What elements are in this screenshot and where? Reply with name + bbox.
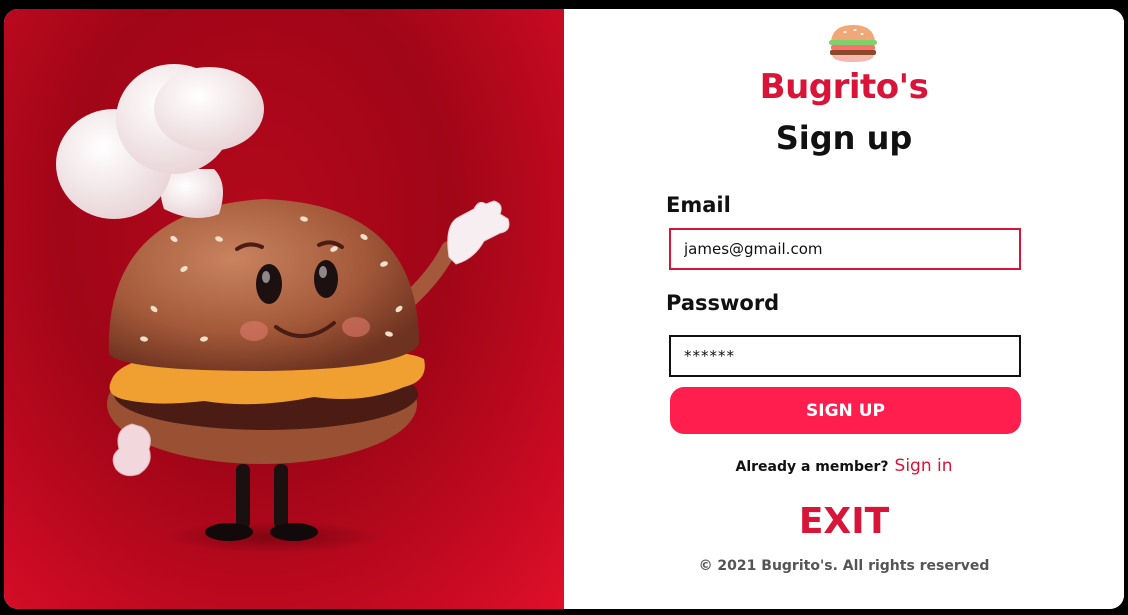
exit-container: EXIT — [564, 501, 1124, 542]
page-title: Sign up — [775, 119, 913, 157]
sign-up-button[interactable]: SIGN UP — [670, 387, 1021, 434]
burger-mascot-illustration — [56, 64, 510, 553]
burger-icon — [829, 25, 877, 62]
signup-form-panel: Bugrito's Sign up Email Password SIGN UP… — [564, 9, 1124, 609]
brand-name: Bugrito's — [759, 67, 929, 107]
hero-panel — [4, 9, 564, 609]
sign-in-link[interactable]: Sign in — [895, 456, 953, 476]
exit-button[interactable]: EXIT — [799, 501, 889, 542]
email-label: Email — [666, 193, 731, 217]
email-field[interactable] — [669, 228, 1021, 270]
signup-card: Bugrito's Sign up Email Password SIGN UP… — [4, 9, 1124, 609]
password-field[interactable] — [669, 335, 1021, 377]
password-label: Password — [666, 291, 780, 315]
copyright-text: © 2021 Bugrito's. All rights reserved — [698, 558, 990, 574]
member-prompt: Already a member? — [735, 459, 889, 475]
member-row: Already a member? Sign in — [564, 456, 1124, 476]
